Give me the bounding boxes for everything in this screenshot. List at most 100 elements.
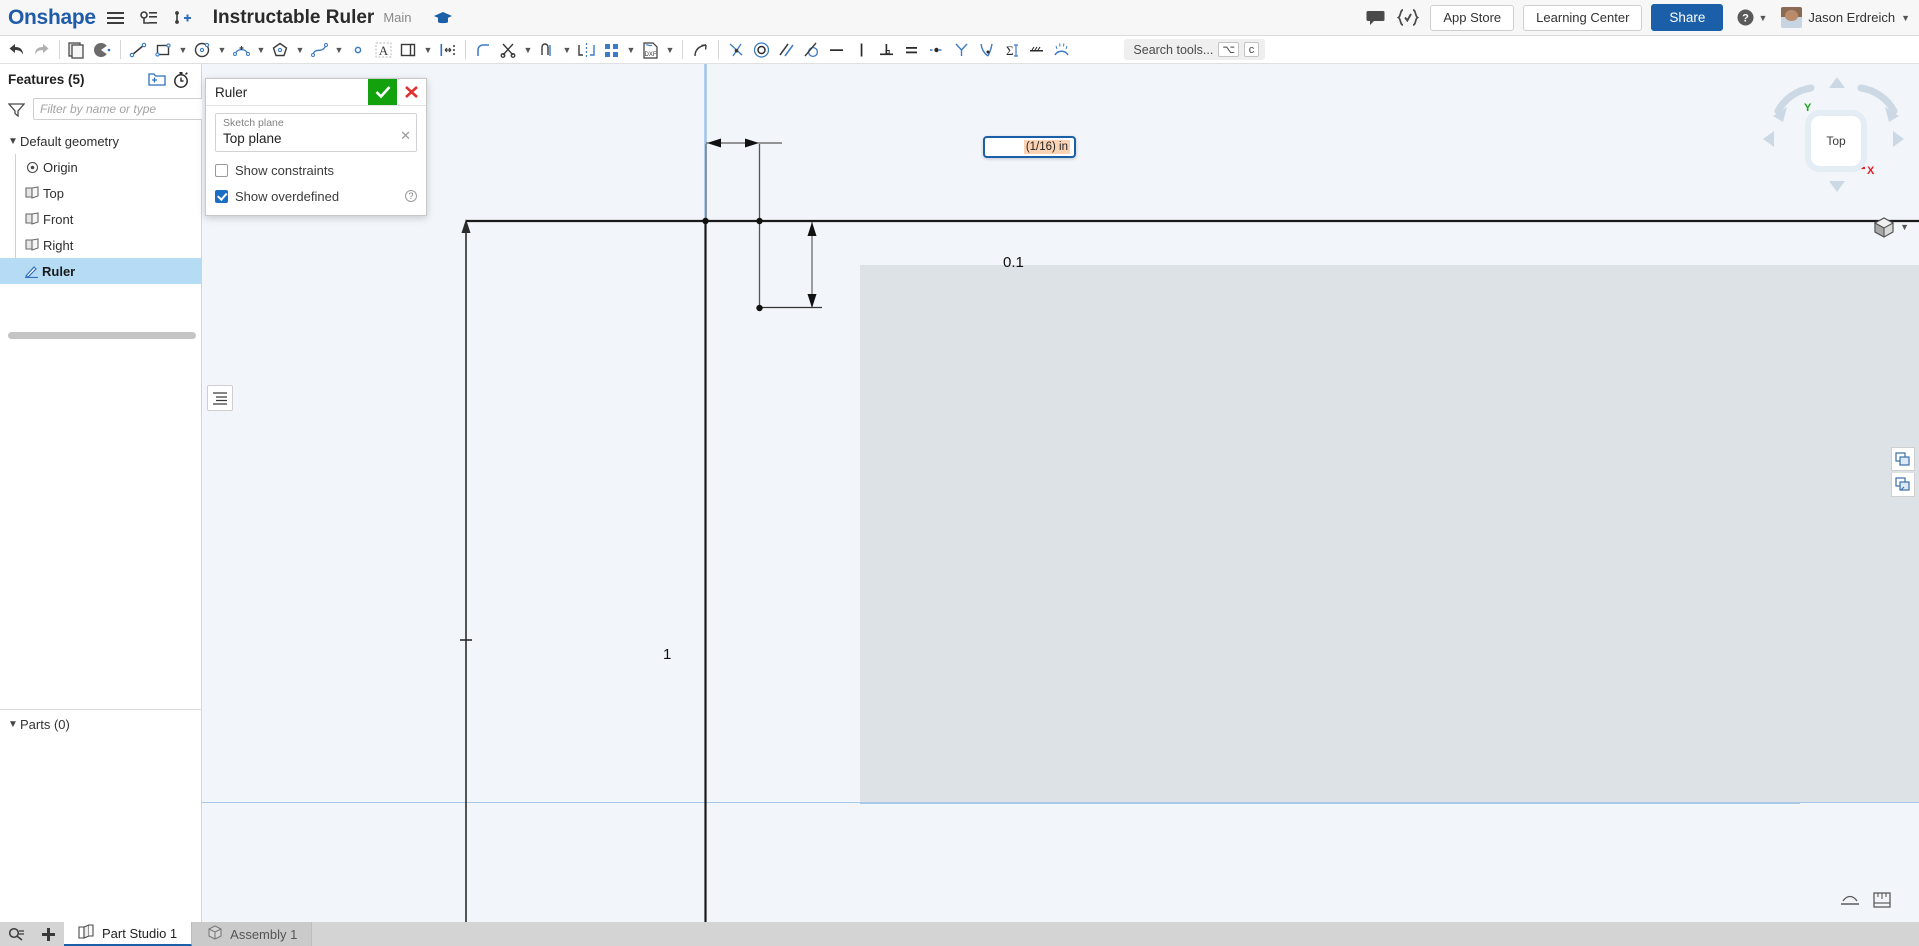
- hamburger-icon[interactable]: [103, 5, 129, 31]
- render-mode-icon[interactable]: [1891, 473, 1915, 497]
- trim-tool-icon[interactable]: [496, 38, 521, 62]
- transform-tool-icon[interactable]: [688, 38, 713, 62]
- chevron-down-icon[interactable]: ▼: [176, 38, 190, 62]
- cancel-sketch-button[interactable]: [397, 79, 426, 105]
- show-constraints-checkbox[interactable]: [215, 164, 228, 177]
- tree-item-default-geometry[interactable]: ▼ Default geometry: [0, 128, 201, 154]
- nav-up-arrow-icon[interactable]: [1829, 76, 1845, 91]
- perpendicular-constraint-icon[interactable]: [874, 38, 899, 62]
- tangent-constraint-icon[interactable]: [799, 38, 824, 62]
- show-constraints-row[interactable]: Show constraints: [215, 163, 417, 178]
- add-tab-icon[interactable]: [32, 922, 64, 946]
- document-branch[interactable]: Main: [383, 10, 411, 25]
- filter-funnel-icon[interactable]: [8, 97, 25, 121]
- chevron-down-icon[interactable]: ▼: [663, 38, 677, 62]
- pattern-tool-icon[interactable]: [599, 38, 624, 62]
- tree-item-top[interactable]: Top: [0, 180, 201, 206]
- help-circle-icon[interactable]: ?: [405, 190, 417, 202]
- tree-item-right[interactable]: Right: [0, 232, 201, 258]
- share-button[interactable]: Share: [1651, 4, 1724, 31]
- chevron-down-icon[interactable]: ▼: [6, 719, 20, 730]
- nav-right-arrow-icon[interactable]: [1893, 131, 1904, 150]
- horizontal-constraint-icon[interactable]: [824, 38, 849, 62]
- curvature-constraint-icon[interactable]: [974, 38, 999, 62]
- show-overdefined-checkbox[interactable]: [215, 190, 228, 203]
- view-cube-face[interactable]: Top: [1811, 116, 1861, 166]
- feature-list-icon[interactable]: [207, 385, 233, 411]
- tree-item-front[interactable]: Front: [0, 206, 201, 232]
- measure-panel-icon[interactable]: [1869, 888, 1895, 912]
- app-store-button[interactable]: App Store: [1430, 4, 1515, 31]
- comment-icon[interactable]: [1362, 5, 1388, 31]
- point-tool-icon[interactable]: [346, 38, 371, 62]
- chevron-down-icon[interactable]: ▼: [1900, 222, 1909, 232]
- vertical-dimension-label[interactable]: 0.1: [1003, 254, 1024, 271]
- arcs-constraint-icon[interactable]: [1049, 38, 1074, 62]
- chevron-down-icon[interactable]: ▼: [215, 38, 229, 62]
- chevron-down-icon[interactable]: ▼: [6, 136, 20, 147]
- chevron-down-icon[interactable]: ▼: [293, 38, 307, 62]
- sketch-plane-field[interactable]: Sketch plane Top plane ✕: [215, 113, 417, 152]
- spline-tool-icon[interactable]: [307, 38, 332, 62]
- tree-item-ruler[interactable]: Ruler: [0, 258, 202, 284]
- plane-select-icon[interactable]: [90, 38, 115, 62]
- mirror-tool-icon[interactable]: [574, 38, 599, 62]
- chevron-down-icon[interactable]: ▼: [521, 38, 535, 62]
- symmetric-constraint-icon[interactable]: [949, 38, 974, 62]
- help-menu[interactable]: ? ▼: [1737, 9, 1767, 26]
- polygon-tool-icon[interactable]: [268, 38, 293, 62]
- chevron-down-icon[interactable]: ▼: [421, 38, 435, 62]
- construction-constraint-icon[interactable]: Σ: [999, 38, 1024, 62]
- featurescript-icon[interactable]: [1395, 5, 1421, 31]
- equal-constraint-icon[interactable]: [899, 38, 924, 62]
- graphics-canvas[interactable]: (1/16) in 0.1 1 Top Y X ▼: [202, 64, 1919, 922]
- show-overdefined-row[interactable]: Show overdefined ?: [215, 189, 417, 204]
- sketch-name-input[interactable]: Ruler: [206, 79, 368, 105]
- clear-x-icon[interactable]: ✕: [400, 129, 411, 142]
- tree-scrollbar[interactable]: [8, 332, 196, 339]
- tab-part-studio-1[interactable]: Part Studio 1: [64, 922, 193, 946]
- sketch-display-icon[interactable]: [1837, 888, 1863, 912]
- learning-center-button[interactable]: Learning Center: [1523, 4, 1643, 31]
- redo-icon[interactable]: [29, 38, 54, 62]
- parts-section-header[interactable]: ▼ Parts (0): [0, 709, 202, 739]
- nav-down-arrow-icon[interactable]: [1829, 180, 1845, 195]
- document-title[interactable]: Instructable Ruler: [213, 7, 375, 29]
- parallel-constraint-icon[interactable]: [774, 38, 799, 62]
- midpoint-constraint-icon[interactable]: [924, 38, 949, 62]
- search-tools-button[interactable]: Search tools... ⌥ c: [1124, 39, 1265, 60]
- tab-assembly-1[interactable]: Assembly 1: [192, 922, 313, 946]
- arc-tool-icon[interactable]: [229, 38, 254, 62]
- dimension-tool-icon[interactable]: [435, 38, 460, 62]
- tab-search-icon[interactable]: [0, 922, 32, 946]
- filter-input[interactable]: [33, 98, 204, 120]
- undo-icon[interactable]: [4, 38, 29, 62]
- new-folder-icon[interactable]: [145, 67, 169, 91]
- rectangle-tool-icon[interactable]: [151, 38, 176, 62]
- rollback-timer-icon[interactable]: [169, 67, 193, 91]
- chevron-down-icon[interactable]: ▼: [560, 38, 574, 62]
- accept-sketch-button[interactable]: [368, 79, 397, 105]
- dimension-input[interactable]: (1/16) in: [983, 136, 1076, 158]
- display-states-icon[interactable]: [1891, 447, 1915, 471]
- onshape-logo[interactable]: Onshape: [8, 6, 96, 30]
- concentric-constraint-icon[interactable]: [749, 38, 774, 62]
- line-tool-icon[interactable]: [126, 38, 151, 62]
- tree-item-origin[interactable]: Origin: [0, 154, 201, 180]
- extend-tool-icon[interactable]: [535, 38, 560, 62]
- normal-constraint-icon[interactable]: [1024, 38, 1049, 62]
- coincident-constraint-icon[interactable]: [724, 38, 749, 62]
- fillet-tool-icon[interactable]: [471, 38, 496, 62]
- add-version-icon[interactable]: [169, 5, 195, 31]
- chevron-down-icon[interactable]: ▼: [332, 38, 346, 62]
- sketch-icon[interactable]: [65, 38, 90, 62]
- vertical-constraint-icon[interactable]: [849, 38, 874, 62]
- view-mode-selector[interactable]: ▼: [1872, 216, 1909, 238]
- graduation-cap-icon[interactable]: [432, 7, 454, 29]
- nav-left-arrow-icon[interactable]: [1763, 131, 1774, 150]
- text-tool-icon[interactable]: A: [371, 38, 396, 62]
- dxf-import-icon[interactable]: DXF: [638, 38, 663, 62]
- circle-tool-icon[interactable]: [190, 38, 215, 62]
- offset-tool-icon[interactable]: [396, 38, 421, 62]
- user-menu[interactable]: Jason Erdreich ▼: [1781, 7, 1910, 28]
